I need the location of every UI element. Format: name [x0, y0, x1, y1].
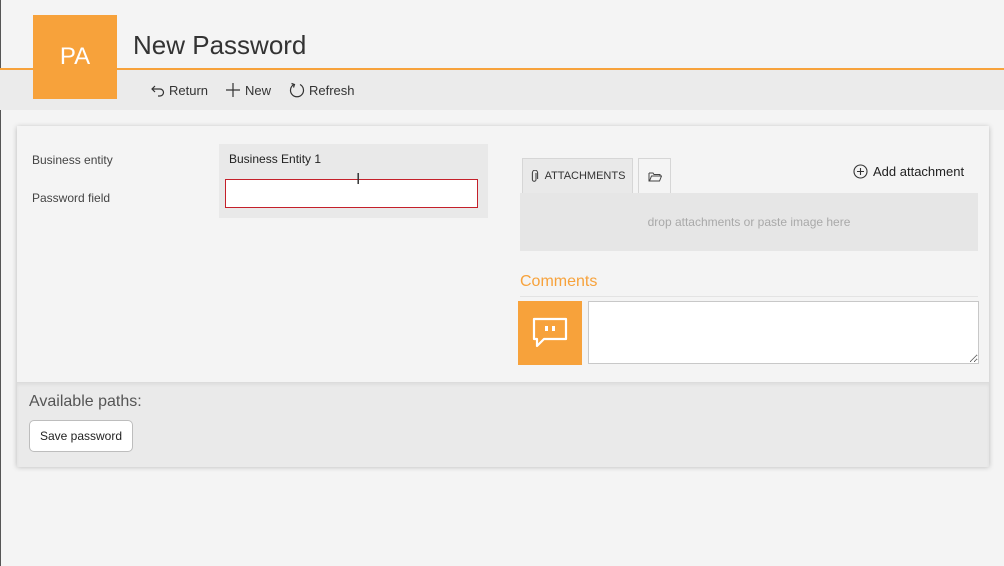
add-attachment-button[interactable]: Add attachment — [853, 164, 964, 179]
tab-attachments[interactable]: ATTACHMENTS — [522, 158, 633, 193]
available-paths-title: Available paths: — [29, 393, 142, 410]
business-entity-value: Business Entity 1 — [229, 152, 322, 166]
paperclip-icon — [531, 169, 538, 182]
speech-bubble-icon — [532, 317, 568, 348]
text-cursor-icon: I — [356, 170, 361, 188]
add-attachment-label: Add attachment — [873, 164, 965, 179]
form-panel: Business entity Password field Business … — [17, 126, 989, 467]
dropzone-text: drop attachments or paste image here — [647, 215, 851, 229]
avatar-initials: PA — [59, 43, 91, 70]
attachment-dropzone[interactable]: drop attachments or paste image here — [520, 193, 978, 251]
tab-folder[interactable] — [638, 158, 671, 193]
new-label: New — [245, 82, 272, 98]
password-field-label: Password field — [32, 191, 111, 205]
toolbar: Return New Refresh — [0, 70, 1004, 110]
field-values-area: Business Entity 1 I — [219, 144, 488, 218]
available-paths-section: Available paths: Save password — [17, 382, 989, 467]
return-arrow-icon — [151, 85, 165, 97]
return-label: Return — [169, 82, 209, 98]
page-title: New Password — [133, 30, 307, 60]
attachments-tab-label: ATTACHMENTS — [544, 170, 626, 182]
save-password-button[interactable]: Save password — [29, 420, 133, 452]
circle-plus-icon — [853, 164, 868, 179]
comment-icon-box — [518, 301, 582, 365]
return-button[interactable]: Return — [151, 80, 208, 100]
refresh-button[interactable]: Refresh — [289, 80, 355, 100]
password-input[interactable] — [225, 179, 478, 208]
new-button[interactable]: New — [225, 80, 271, 100]
comments-divider — [520, 296, 978, 297]
refresh-icon — [289, 82, 305, 98]
comments-title: Comments — [520, 273, 598, 290]
folder-icon — [648, 172, 662, 181]
plus-icon — [226, 83, 240, 97]
app-avatar-tile: PA — [33, 15, 117, 99]
refresh-label: Refresh — [309, 82, 355, 98]
comment-textarea[interactable] — [588, 301, 979, 364]
business-entity-label: Business entity — [32, 153, 113, 167]
